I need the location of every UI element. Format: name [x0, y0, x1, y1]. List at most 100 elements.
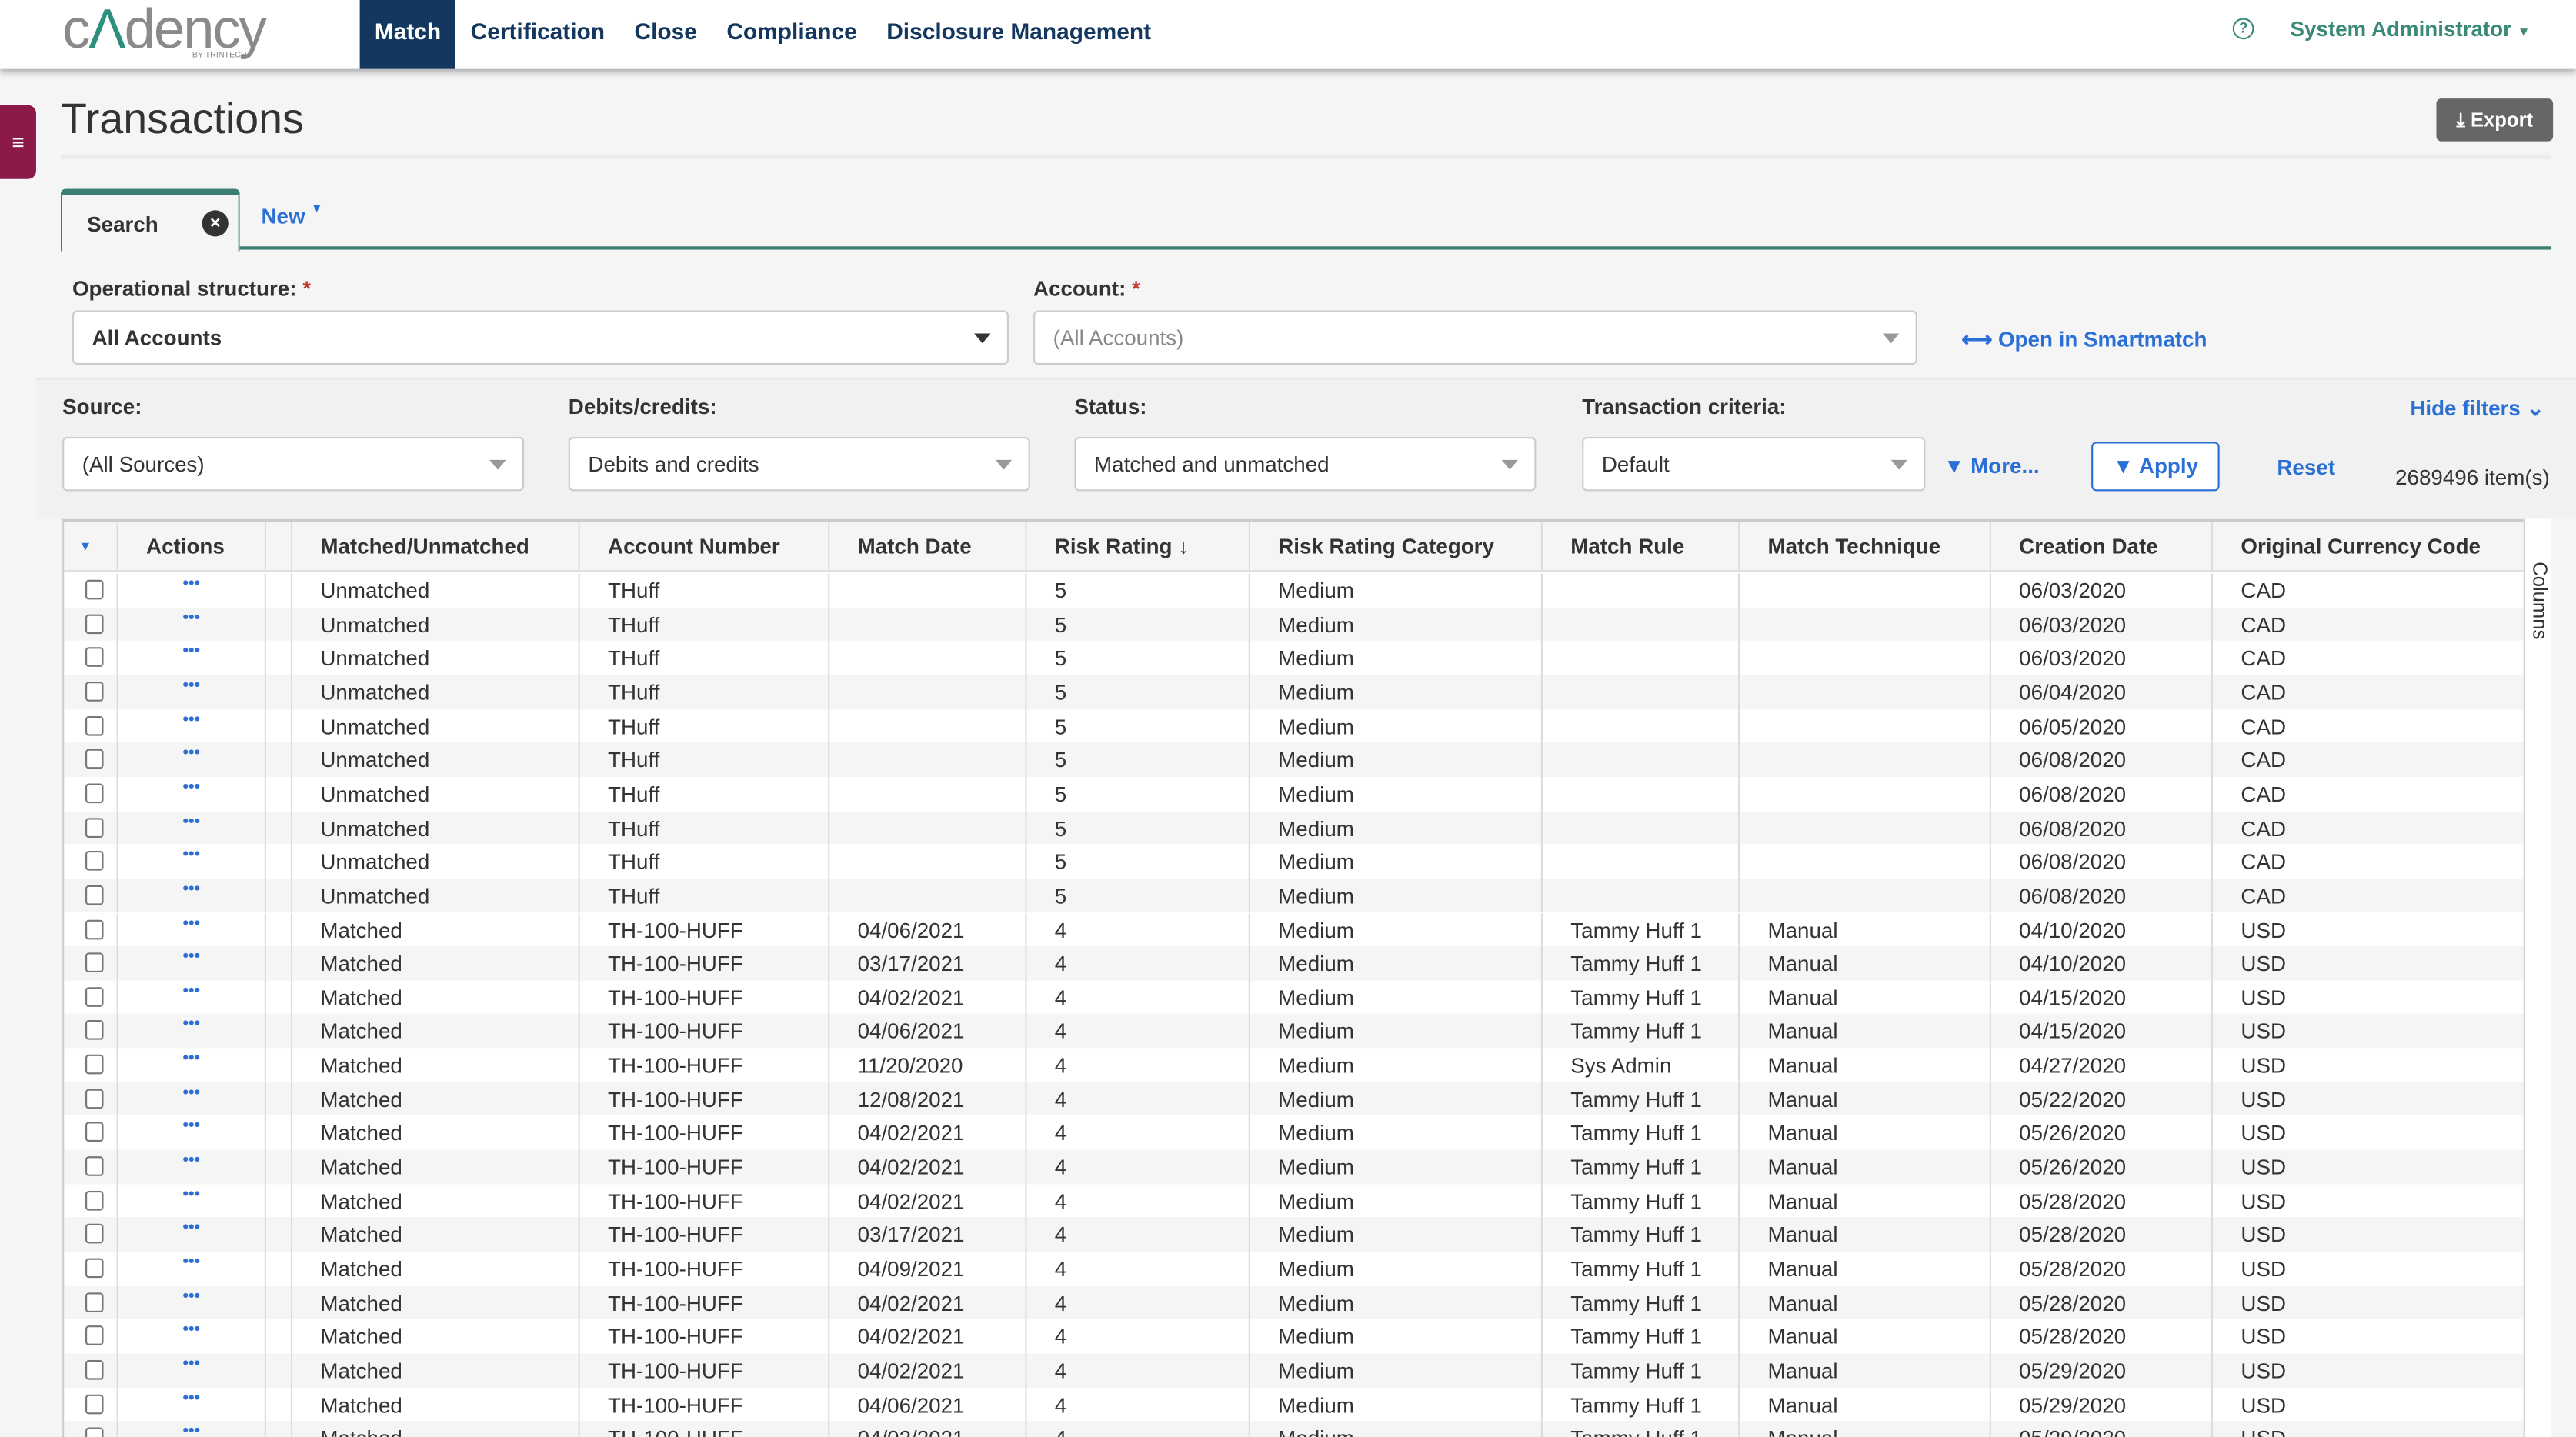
table-row[interactable]: ••• Matched TH-100-HUFF 11/20/2020 4 Medium Sy…: [64, 1048, 2523, 1082]
table-row[interactable]: ••• Matched TH-100-HUFF 12/08/2021 4 Medium Ta…: [64, 1082, 2524, 1116]
select-all-dropdown[interactable]: ▼: [64, 522, 116, 570]
sidebar-toggle-menu-icon[interactable]: ≡: [0, 105, 36, 179]
row-checkbox[interactable]: [85, 647, 104, 668]
table-row[interactable]: ••• Matched TH-100-HUFF 04/06/2021 4 Medium Ta…: [64, 1387, 2523, 1422]
more-actions-icon[interactable]: •••: [118, 641, 265, 664]
row-checkbox[interactable]: [85, 715, 104, 735]
new-dropdown[interactable]: New ▼: [261, 204, 322, 228]
export-button[interactable]: ⤓ Export: [2436, 98, 2554, 142]
table-row[interactable]: ••• Matched TH-100-HUFF 03/17/2021 4 Medium Ta…: [64, 1217, 2524, 1252]
table-row[interactable]: ••• MatchedTH-100-HUFF04/02/20214MediumTa…: [64, 1149, 2524, 1184]
more-actions-icon[interactable]: •••: [118, 1082, 265, 1105]
row-checkbox[interactable]: [85, 613, 104, 634]
column-header[interactable]: Match Date: [828, 522, 1025, 570]
nav-close[interactable]: Close: [619, 0, 712, 69]
table-row[interactable]: ••• Matched TH-100-HUFF 04/06/2021 4 Medium Ta…: [64, 1014, 2524, 1049]
table-row[interactable]: ••• MatchedTH-100-HUFF04/02/20214MediumTa…: [64, 1353, 2524, 1388]
table-row[interactable]: ••• Unmatched THuff 5 Medium 06/08/2020 CAD: [64, 776, 2523, 811]
row-checkbox[interactable]: [85, 749, 104, 769]
row-checkbox[interactable]: [85, 885, 104, 905]
column-header[interactable]: Matched/Unmatched: [290, 522, 579, 570]
more-actions-icon[interactable]: •••: [118, 1387, 265, 1410]
column-header[interactable]: Risk Rating Category: [1248, 522, 1541, 570]
nav-disclosure-management[interactable]: Disclosure Management: [872, 0, 1166, 69]
row-checkbox[interactable]: [85, 579, 104, 600]
column-header[interactable]: Creation Date: [1989, 522, 2211, 570]
help-icon[interactable]: ?: [2232, 18, 2254, 40]
more-actions-icon[interactable]: •••: [118, 743, 265, 766]
more-actions-icon[interactable]: •••: [118, 980, 265, 1003]
row-checkbox[interactable]: [85, 817, 104, 837]
column-header[interactable]: Original Currency Code: [2211, 522, 2524, 570]
more-actions-icon[interactable]: •••: [118, 946, 265, 969]
table-row[interactable]: ••• Unmatched THuff 5 Medium 06/05/2020 CAD: [64, 708, 2523, 743]
row-checkbox[interactable]: [85, 851, 104, 872]
more-actions-icon[interactable]: •••: [118, 1285, 265, 1309]
more-actions-icon[interactable]: •••: [118, 573, 265, 596]
more-actions-icon[interactable]: •••: [118, 1421, 265, 1437]
nav-compliance[interactable]: Compliance: [712, 0, 872, 69]
source-select[interactable]: (All Sources): [62, 436, 525, 492]
row-checkbox[interactable]: [85, 1122, 104, 1142]
more-actions-icon[interactable]: •••: [118, 1150, 265, 1173]
row-checkbox[interactable]: [85, 919, 104, 939]
reset-button[interactable]: Reset: [2277, 455, 2335, 479]
debits-credits-select[interactable]: Debits and credits: [568, 436, 1030, 492]
table-row[interactable]: ••• Unmatched THuff 5 Medium 06/03/2020 CAD: [64, 607, 2524, 642]
more-actions-icon[interactable]: •••: [118, 811, 265, 834]
table-row[interactable]: ••• Matched TH-100-HUFF 04/06/2021 4 Medium Ta…: [64, 912, 2523, 947]
table-row[interactable]: ••• MatchedTH-100-HUFF04/02/20214MediumTa…: [64, 1115, 2523, 1150]
table-row[interactable]: ••• Matched TH-100-HUFF 03/17/2021 4 Medium Ta…: [64, 946, 2524, 981]
row-checkbox[interactable]: [85, 1054, 104, 1075]
row-checkbox[interactable]: [85, 681, 104, 702]
more-actions-icon[interactable]: •••: [118, 1353, 265, 1376]
table-row[interactable]: ••• Unmatched THuff 5 Medium 06/03/2020 CAD: [64, 573, 2523, 608]
table-row[interactable]: ••• Unmatched THuff 5 Medium 06/08/2020 CAD: [64, 844, 2523, 879]
column-header[interactable]: Account Number: [578, 522, 829, 570]
more-actions-icon[interactable]: •••: [118, 1218, 265, 1241]
tab-search[interactable]: Search ×: [61, 188, 240, 252]
close-tab-icon[interactable]: ×: [202, 210, 229, 237]
more-filters-link[interactable]: ▼ More...: [1944, 453, 2040, 478]
row-checkbox[interactable]: [85, 986, 104, 1007]
more-actions-icon[interactable]: •••: [118, 1319, 265, 1342]
nav-match[interactable]: Match: [359, 0, 456, 69]
column-header[interactable]: Match Rule: [1540, 522, 1738, 570]
row-checkbox[interactable]: [85, 1224, 104, 1245]
more-actions-icon[interactable]: •••: [118, 777, 265, 800]
more-actions-icon[interactable]: •••: [118, 845, 265, 868]
row-checkbox[interactable]: [85, 1325, 104, 1346]
columns-panel-toggle[interactable]: Columns: [2523, 518, 2551, 1437]
more-actions-icon[interactable]: •••: [118, 1048, 265, 1071]
table-row[interactable]: ••• MatchedTH-100-HUFF04/02/20214MediumTa…: [64, 1421, 2524, 1437]
row-checkbox[interactable]: [85, 1089, 104, 1109]
column-header[interactable]: Match Technique: [1738, 522, 1990, 570]
apply-button[interactable]: ▼ Apply: [2091, 442, 2220, 492]
table-row[interactable]: ••• MatchedTH-100-HUFF04/02/20214MediumTa…: [64, 1285, 2524, 1320]
hide-filters-link[interactable]: Hide filters ⌄: [2410, 396, 2544, 422]
table-row[interactable]: ••• MatchedTH-100-HUFF04/02/20214MediumTa…: [64, 1319, 2523, 1354]
transaction-criteria-select[interactable]: Default: [1582, 436, 1926, 492]
open-in-smartmatch-link[interactable]: ⟷ Open in Smartmatch: [1961, 327, 2207, 353]
nav-certification[interactable]: Certification: [455, 0, 619, 69]
table-row[interactable]: ••• MatchedTH-100-HUFF04/02/20214MediumTa…: [64, 1183, 2523, 1218]
more-actions-icon[interactable]: •••: [118, 1014, 265, 1037]
row-checkbox[interactable]: [85, 1190, 104, 1210]
row-checkbox[interactable]: [85, 783, 104, 803]
table-row[interactable]: ••• Matched TH-100-HUFF 04/09/2021 4 Medium Ta…: [64, 1252, 2523, 1286]
table-row[interactable]: ••• Unmatched THuff 5 Medium 06/04/2020 CAD: [64, 675, 2524, 709]
row-checkbox[interactable]: [85, 1428, 104, 1437]
more-actions-icon[interactable]: •••: [118, 1116, 265, 1139]
more-actions-icon[interactable]: •••: [118, 709, 265, 732]
row-checkbox[interactable]: [85, 1393, 104, 1414]
row-checkbox[interactable]: [85, 1292, 104, 1312]
row-checkbox[interactable]: [85, 952, 104, 973]
op-structure-select[interactable]: All Accounts: [72, 310, 1009, 365]
account-select[interactable]: (All Accounts): [1033, 310, 1917, 365]
row-checkbox[interactable]: [85, 1156, 104, 1176]
table-row[interactable]: ••• Unmatched THuff 5 Medium 06/03/2020 CAD: [64, 641, 2523, 675]
user-menu[interactable]: System Administrator ▼: [2290, 16, 2530, 41]
more-actions-icon[interactable]: •••: [118, 1252, 265, 1275]
more-actions-icon[interactable]: •••: [118, 912, 265, 935]
more-actions-icon[interactable]: •••: [118, 607, 265, 630]
